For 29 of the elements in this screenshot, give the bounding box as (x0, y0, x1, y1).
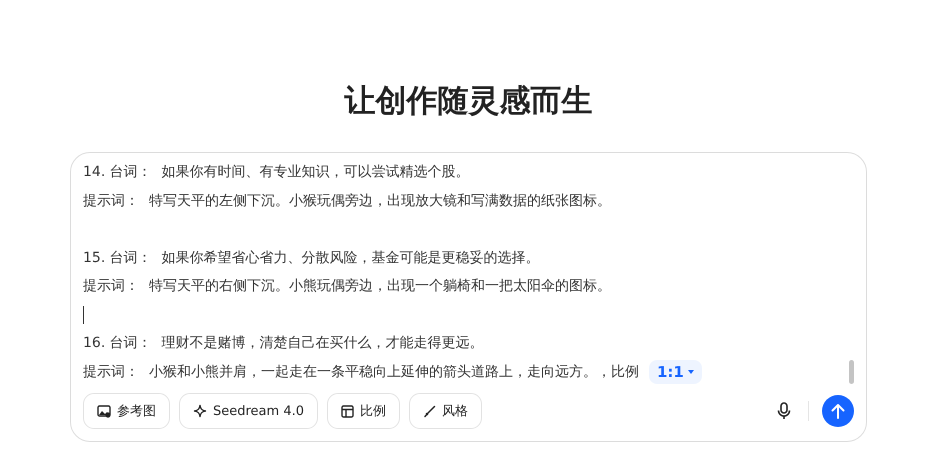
brush-icon (423, 404, 436, 418)
prompt-input-box[interactable] (70, 152, 867, 442)
line-text: 特写天平的右侧下沉。小熊玩偶旁边，出现一个躺椅和一把太阳伞的图标。 (149, 277, 611, 296)
toolbar-button[interactable]: 参考图 (83, 393, 170, 429)
sparkle-icon (193, 404, 207, 418)
send-button[interactable] (822, 395, 854, 427)
line-label: 提示词： (83, 362, 139, 381)
line-text: 小猴和小熊并肩，一起走在一条平稳向上延伸的箭头道路上，走向远方。，比例 (149, 362, 639, 381)
page-heading: 让创作随灵感而生 (344, 82, 592, 121)
scrollbar-thumb[interactable] (849, 360, 854, 384)
toolbar-button[interactable]: 风格 (409, 393, 482, 429)
line-text: 如果你有时间、有专业知识，可以尝试精选个股。 (162, 163, 470, 182)
toolbar-button[interactable]: 比例 (327, 393, 400, 429)
line-text: 如果你希望省心省力、分散风险，基金可能是更稳妥的选择。 (162, 248, 540, 267)
ratio-icon (341, 404, 354, 418)
line-label: 14. 台词： (83, 163, 152, 182)
line-text: 理财不是赌博，清楚自己在买什么，才能走得更远。 (162, 334, 484, 352)
line-label: 16. 台词： (83, 334, 152, 352)
microphone-icon (777, 402, 791, 420)
text-cursor (83, 306, 84, 324)
line-label: 15. 台词： (83, 248, 152, 267)
line-label: 提示词： (83, 192, 139, 210)
line-label: 提示词： (83, 277, 139, 296)
image-icon (97, 404, 111, 418)
line-text: 特写天平的左侧下沉。小猴玩偶旁边，出现放大镜和写满数据的纸张图标。 (149, 192, 611, 210)
caret-icon (688, 370, 694, 374)
toolbar-button[interactable]: Seedream 4.0 (179, 393, 318, 429)
arrow-up-icon (831, 403, 845, 419)
ratio-chip[interactable]: 1:1 (649, 360, 702, 384)
